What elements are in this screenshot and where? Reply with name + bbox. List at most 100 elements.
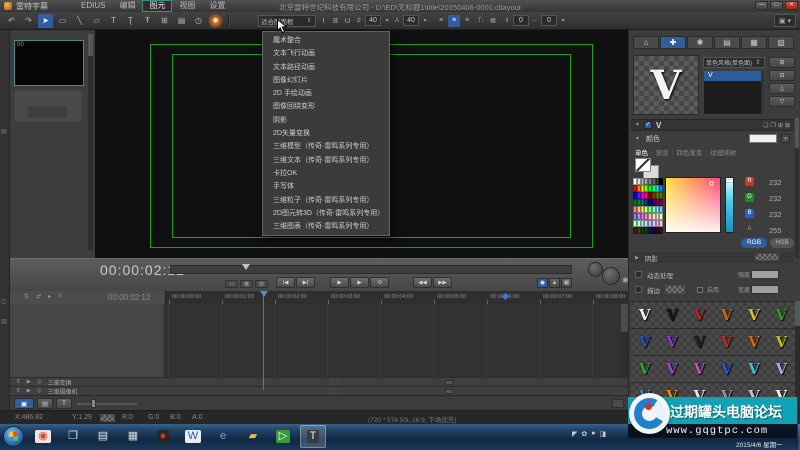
hue-slider[interactable]: [725, 177, 734, 233]
hue-slider-handle[interactable]: [726, 180, 733, 182]
taskbar-remote-desktop[interactable]: ❐: [60, 425, 86, 448]
image-tool[interactable]: ▤: [174, 14, 189, 28]
hicon-1[interactable]: ⇄: [36, 293, 41, 300]
effects-menu-item-9[interactable]: 三维文本（传奇·雷鸣系列专用）: [263, 154, 389, 167]
collapse-icon[interactable]: ▼: [635, 122, 640, 128]
tpsmall-2[interactable]: ▨: [255, 280, 268, 288]
select-tool[interactable]: ➤: [38, 13, 53, 28]
hsb-mode-button[interactable]: HSB: [770, 238, 794, 248]
style-swatch-2[interactable]: V: [685, 302, 713, 329]
fg-bg-color-wells[interactable]: [635, 158, 661, 180]
rotate-icon[interactable]: ⇵: [355, 17, 363, 24]
tray-1[interactable]: ✿: [581, 430, 587, 438]
menu-EDIUS[interactable]: EDIUS: [74, 0, 112, 12]
menu-设置[interactable]: 设置: [202, 0, 232, 12]
collapse-icon[interactable]: ▼: [635, 136, 640, 142]
effects-menu-item-3[interactable]: 图像幻灯片: [263, 74, 389, 87]
palette-swatch[interactable]: [659, 178, 663, 185]
effects-menu-item-2[interactable]: 文本路径动画: [263, 61, 389, 74]
align-right-button[interactable]: ≡: [461, 15, 473, 27]
effects-menu-item-13[interactable]: 2D图元转3D（传奇·雷鸣系列专用）: [263, 207, 389, 220]
redo-button[interactable]: ↷: [21, 14, 36, 28]
frame-tool[interactable]: ⊞: [157, 14, 172, 28]
channel-value[interactable]: 255: [769, 226, 782, 235]
font-size-input-1[interactable]: 40: [365, 15, 381, 26]
color-options-button[interactable]: ▾: [781, 134, 790, 143]
shadow-swatch[interactable]: [755, 253, 779, 261]
style-swatch-7[interactable]: V: [658, 329, 686, 356]
tray-3[interactable]: ◨: [600, 430, 607, 438]
path-text-tool[interactable]: Ʈ: [123, 14, 138, 28]
italic-button[interactable]: I: [318, 15, 329, 27]
track-icon[interactable]: ▶: [27, 388, 31, 394]
style-swatch-8[interactable]: V: [685, 329, 713, 356]
style-swatch-0[interactable]: V: [631, 302, 659, 329]
taskbar-word[interactable]: W: [180, 425, 206, 448]
tpbtn-2[interactable]: ⟲: [370, 277, 389, 288]
tab-object[interactable]: ⌂: [633, 36, 659, 49]
style-swatch-11[interactable]: V: [767, 329, 795, 356]
outline-checkbox[interactable]: [635, 286, 642, 293]
effects-menu-item-6[interactable]: 阴影: [263, 114, 389, 127]
taskbar-title-app[interactable]: T: [300, 425, 326, 448]
tpbtn-1[interactable]: ▶▶: [433, 277, 452, 288]
saturation-value-picker[interactable]: [665, 177, 721, 233]
palette-swatch[interactable]: [659, 192, 663, 199]
style-swatch-13[interactable]: V: [658, 356, 686, 383]
shuttle-knob[interactable]: [602, 267, 620, 285]
effects-menu-item-12[interactable]: 三维粒子（传奇·雷鸣系列专用）: [263, 194, 389, 207]
timeline-ruler[interactable]: 00:00:00:00 00:00:01:00 00:00:02:00 00:00:0…: [165, 291, 628, 304]
current-color-swatch[interactable]: [749, 134, 777, 143]
dock-icon-3[interactable]: ▥: [1, 318, 7, 325]
fill-tab-2[interactable]: 四色渐变: [676, 150, 702, 157]
tpbtn-0[interactable]: ▶: [330, 277, 349, 288]
v-spacing-input[interactable]: 0: [513, 15, 529, 26]
dropdown-arrow-icon[interactable]: ▾: [559, 17, 567, 24]
taskbar-internet-explorer[interactable]: e: [210, 425, 236, 448]
properties-scrollbar[interactable]: [795, 118, 799, 258]
library-thumbnail-selected[interactable]: 00: [14, 40, 84, 86]
track-option-box[interactable]: [445, 388, 453, 394]
v-spacing-icon[interactable]: ⇕: [503, 17, 511, 24]
channel-value[interactable]: 232: [769, 178, 782, 187]
channel-value[interactable]: 232: [769, 210, 782, 219]
effects-menu-item-11[interactable]: 手写体: [263, 180, 389, 193]
taskbar-notepad[interactable]: ▤: [90, 425, 116, 448]
effects-menu-item-14[interactable]: 三维图表（传奇·雷鸣系列专用）: [263, 220, 389, 233]
picker-indicator[interactable]: [709, 181, 714, 186]
close-button[interactable]: ✕: [785, 1, 798, 10]
channel-value[interactable]: 232: [769, 194, 782, 203]
taskbar-folder[interactable]: ▰: [240, 425, 266, 448]
start-button[interactable]: [3, 426, 24, 447]
effects-menu-item-1[interactable]: 文本飞行动画: [263, 47, 389, 60]
sidebtn-0[interactable]: ⊞: [769, 57, 795, 68]
dropdown-arrow-icon[interactable]: ▾: [421, 17, 429, 24]
tab-library-1[interactable]: ▤: [714, 36, 740, 49]
h-spacing-input[interactable]: 0: [541, 15, 557, 26]
color-section-header[interactable]: ▼ 颜色 ▾: [631, 133, 794, 145]
layer-visibility-checkbox[interactable]: ✓: [643, 121, 652, 129]
effects-menu-item-7[interactable]: 2D矢量变换: [263, 127, 389, 140]
style-type-dropdown[interactable]: 单色风格(单色面) ⇕: [703, 57, 765, 68]
dock-icon-2[interactable]: ◫: [1, 298, 7, 305]
expand-button[interactable]: ▲: [549, 278, 560, 288]
taskbar-media-green[interactable]: ▷: [270, 425, 296, 448]
palette-swatch[interactable]: [659, 220, 663, 227]
rect-tool[interactable]: ▭: [55, 14, 70, 28]
track-row-0[interactable]: ⇕ ▶ ◎ 三维变换 ⋮⋮: [10, 377, 628, 387]
style-swatch-14[interactable]: V: [685, 356, 713, 383]
skew-rect-tool[interactable]: ▱: [89, 14, 104, 28]
style-swatch-5[interactable]: V: [767, 302, 795, 329]
fg-color-well[interactable]: [635, 158, 651, 172]
text-track-button[interactable]: T: [56, 398, 72, 409]
camera-button[interactable]: ▣: [14, 398, 34, 409]
fill-tab-3[interactable]: 纹理映射: [710, 150, 736, 157]
text-tool[interactable]: T: [106, 14, 121, 28]
taskbar-recorder[interactable]: ●: [150, 425, 176, 448]
style-layer-list[interactable]: V: [703, 70, 765, 115]
library-thumbnail-empty[interactable]: [14, 90, 82, 122]
palette-swatch[interactable]: [659, 199, 663, 206]
tab-library-3[interactable]: ▧: [768, 36, 794, 49]
palette-swatch[interactable]: [659, 227, 663, 234]
timeline-option-box[interactable]: [612, 399, 624, 408]
